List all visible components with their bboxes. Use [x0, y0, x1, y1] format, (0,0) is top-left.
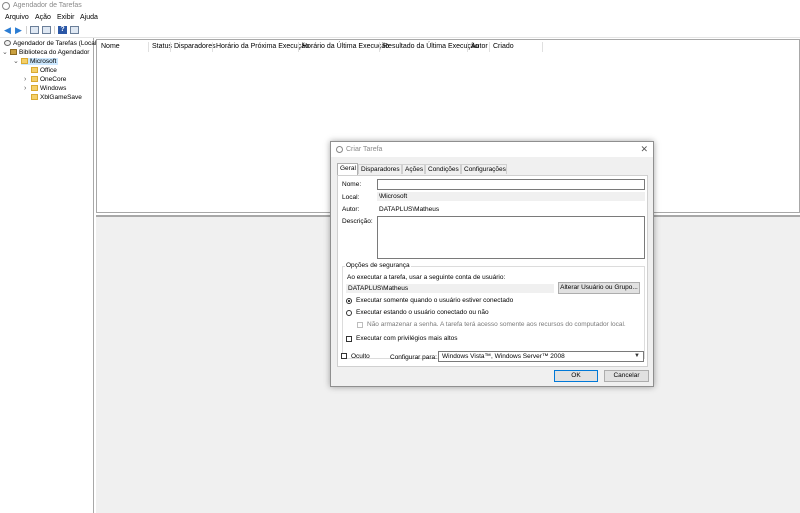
column-separator[interactable] [379, 42, 380, 52]
location-value: \Microsoft [379, 193, 408, 200]
collapse-chevron-icon[interactable]: › [24, 85, 26, 92]
tree-item-windows[interactable]: Windows [31, 85, 66, 92]
column-header-disparadores[interactable]: Disparadores [174, 43, 216, 50]
highest-privileges-checkbox[interactable] [346, 336, 352, 342]
location-label: Local: [342, 194, 360, 201]
highest-privileges-label[interactable]: Executar com privilégios mais altos [356, 335, 458, 342]
configure-for-label: Configurar para: [390, 354, 437, 361]
configure-for-select[interactable]: Windows Vista™, Windows Server™ 2008 ▼ [438, 351, 644, 362]
window-titlebar: Agendador de Tarefas [0, 0, 800, 12]
folder-icon [31, 85, 38, 92]
task-scheduler-icon [2, 2, 10, 10]
expand-chevron-icon[interactable]: ⌄ [13, 57, 19, 65]
toolbar-separator [54, 26, 55, 34]
folder-icon [31, 94, 38, 101]
menu-arquivo[interactable]: Arquivo [5, 14, 29, 21]
tree-pane: Agendador de Tarefas (Local) ⌄ Bibliotec… [0, 38, 99, 513]
column-header-status[interactable]: Status [152, 43, 172, 50]
tree-item-microsoft[interactable]: Microsoft [21, 58, 59, 65]
folder-icon [21, 58, 28, 65]
column-header-nome[interactable]: Nome [101, 43, 120, 50]
no-store-password-checkbox[interactable] [357, 322, 363, 328]
configure-for-value: Windows Vista™, Windows Server™ 2008 [442, 353, 565, 360]
toolbar: ◀ ▶ ? [0, 23, 800, 38]
help-icon[interactable]: ? [58, 26, 67, 34]
author-label: Autor: [342, 206, 360, 213]
menu-ajuda[interactable]: Ajuda [80, 14, 98, 21]
clock-icon [336, 146, 343, 153]
back-arrow-icon[interactable]: ◀ [3, 26, 12, 35]
menu-bar: Arquivo Ação Exibir Ajuda [0, 12, 800, 23]
account-value: DATAPLUS\Matheus [348, 285, 409, 292]
tab-configuracoes[interactable]: Configurações [461, 164, 507, 174]
column-separator[interactable] [212, 42, 213, 52]
author-value: DATAPLUS\Matheus [379, 206, 440, 213]
tree-item-library[interactable]: Biblioteca do Agendador [10, 49, 89, 56]
dialog-title: Criar Tarefa [346, 146, 383, 153]
tree-item-xblgamesave[interactable]: XblGameSave [31, 94, 82, 101]
tab-disparadores[interactable]: Disparadores [358, 164, 402, 174]
column-separator[interactable] [298, 42, 299, 52]
action-pane-icon[interactable] [70, 26, 79, 34]
tab-condicoes[interactable]: Condições [425, 164, 461, 174]
show-hide-tree-icon[interactable] [42, 26, 51, 34]
up-folder-icon[interactable] [30, 26, 39, 34]
library-folder-icon [10, 49, 17, 56]
hidden-label[interactable]: Oculto [351, 353, 370, 360]
column-separator[interactable] [148, 42, 149, 52]
column-separator[interactable] [170, 42, 171, 52]
create-task-dialog: Criar Tarefa ✕ Geral Disparadores Ações … [330, 141, 654, 387]
tree-item-office[interactable]: Office [31, 67, 57, 74]
description-label: Descrição: [342, 218, 373, 225]
no-store-password-label: Não armazenar a senha. A tarefa terá ace… [367, 321, 626, 328]
general-tab-panel: Nome: Local: \Microsoft Autor: DATAPLUS\… [337, 175, 648, 367]
clock-icon [4, 40, 11, 47]
location-readonly [377, 192, 645, 201]
menu-exibir[interactable]: Exibir [57, 14, 75, 21]
expand-chevron-icon[interactable]: ⌄ [2, 48, 8, 56]
security-options-legend: Opções de segurança [345, 262, 411, 269]
toolbar-separator [26, 26, 27, 34]
folder-icon [31, 67, 38, 74]
tree-item-root[interactable]: Agendador de Tarefas (Local) [4, 40, 99, 47]
tab-acoes[interactable]: Ações [402, 164, 425, 174]
description-textarea[interactable] [377, 216, 645, 259]
name-label: Nome: [342, 181, 362, 188]
name-input[interactable] [377, 179, 645, 190]
close-icon[interactable]: ✕ [640, 144, 648, 155]
column-separator[interactable] [542, 42, 543, 52]
hidden-checkbox[interactable] [341, 353, 347, 359]
tree-item-onecore[interactable]: OneCore [31, 76, 66, 83]
column-separator[interactable] [467, 42, 468, 52]
radio-run-always[interactable] [346, 310, 352, 316]
radio-run-always-label[interactable]: Executar estando o usuário conectado ou … [356, 309, 489, 316]
chevron-down-icon: ▼ [634, 353, 640, 359]
account-prompt: Ao executar a tarefa, usar a seguinte co… [347, 274, 506, 281]
forward-arrow-icon[interactable]: ▶ [14, 26, 23, 35]
folder-icon [31, 76, 38, 83]
column-separator[interactable] [489, 42, 490, 52]
column-header-proxima-execucao[interactable]: Horário da Próxima Execução [216, 43, 309, 50]
ok-button[interactable]: OK [554, 370, 598, 382]
radio-run-logged-on-label[interactable]: Executar somente quando o usuário estive… [356, 297, 513, 304]
collapse-chevron-icon[interactable]: › [24, 76, 26, 83]
dialog-titlebar: Criar Tarefa ✕ [331, 142, 653, 157]
tab-geral[interactable]: Geral [337, 163, 358, 175]
window-title: Agendador de Tarefas [13, 2, 82, 9]
column-header-ultima-execucao[interactable]: Horário da Última Execução [302, 43, 389, 50]
column-header-criado[interactable]: Criado [493, 43, 514, 50]
cancel-button[interactable]: Cancelar [604, 370, 649, 382]
change-user-button[interactable]: Alterar Usuário ou Grupo... [558, 282, 640, 294]
column-header-resultado[interactable]: Resultado da Última Execução [383, 43, 479, 50]
radio-run-logged-on[interactable] [346, 298, 352, 304]
column-header-autor[interactable]: Autor [471, 43, 488, 50]
menu-acao[interactable]: Ação [35, 14, 51, 21]
